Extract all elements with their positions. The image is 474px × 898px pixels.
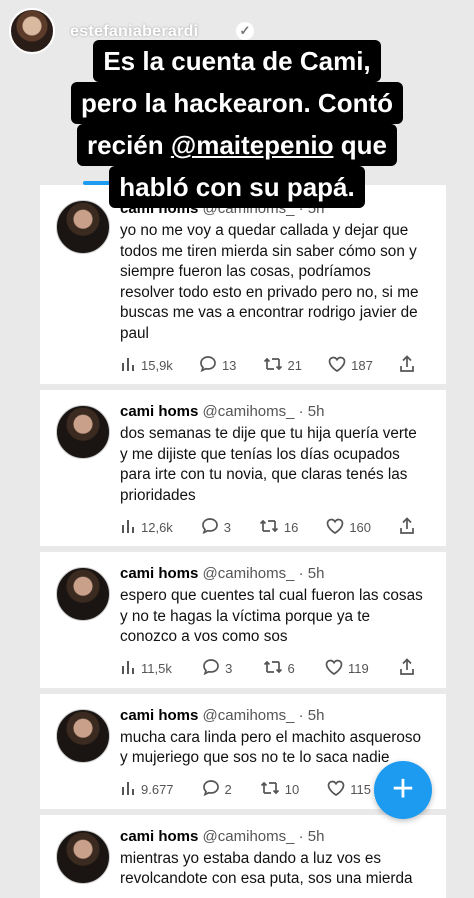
caption-line: recién @maitepenio que xyxy=(77,124,397,166)
tweet-card[interactable]: cami homs @camihoms_ · 5h dos semanas te… xyxy=(40,390,446,546)
story-username[interactable]: estefaniaberardi xyxy=(70,23,198,41)
tweet-author-name[interactable]: cami homs xyxy=(120,403,198,420)
tweet-avatar[interactable] xyxy=(56,829,110,884)
tweet-actions: 11,5k 3 6 119 xyxy=(120,658,432,680)
like-count: 187 xyxy=(351,357,373,373)
views-count: 12,6k xyxy=(141,519,173,535)
share-icon xyxy=(399,354,420,376)
views-count: 15,9k xyxy=(141,357,173,373)
reply-icon xyxy=(202,779,225,800)
reply-button[interactable]: 3 xyxy=(201,517,231,538)
compose-button[interactable]: + xyxy=(374,761,432,819)
reply-icon xyxy=(202,658,225,679)
tweet-header: cami homs @camihoms_ · 5h xyxy=(120,402,432,422)
mention-link[interactable]: @maitepenio xyxy=(171,130,334,160)
tweet-text: mientras yo estaba dando a luz vos es re… xyxy=(120,849,413,888)
retweet-icon xyxy=(263,659,288,678)
caption-line: Es la cuenta de Cami, xyxy=(93,40,381,82)
heart-icon xyxy=(325,659,348,678)
tweet-author-name[interactable]: cami homs xyxy=(120,707,198,724)
tweet-text: dos semanas te dije que tu hija quería v… xyxy=(120,425,417,504)
reply-count: 3 xyxy=(225,661,233,676)
caption-line: habló con su papá. xyxy=(109,166,365,208)
caption-line: pero la hackearon. Contó xyxy=(70,82,404,124)
tweet-card[interactable]: cami homs @camihoms_ · 5h mientras yo es… xyxy=(40,814,446,898)
retweet-count: 16 xyxy=(283,519,299,535)
views-count: 11,5k xyxy=(141,661,172,676)
like-button[interactable]: 115 xyxy=(327,780,371,799)
reply-icon xyxy=(201,517,224,538)
tweet-header: cami homs @camihoms_ · 5h xyxy=(120,564,432,584)
like-button[interactable]: 160 xyxy=(326,518,371,537)
tweet-handle-time: @camihoms_ · 5h xyxy=(202,565,325,582)
tweet-author-name[interactable]: cami homs xyxy=(120,565,198,582)
views-button[interactable]: 9.677 xyxy=(120,780,174,799)
retweet-count: 10 xyxy=(284,782,300,797)
tweet-actions: 15,9k 13 21 187 xyxy=(120,354,432,376)
tweet-card[interactable]: cami homs @camihoms_ · 5h yo no me voy a… xyxy=(40,185,446,384)
reply-button[interactable]: 2 xyxy=(202,779,232,800)
retweet-button[interactable]: 16 xyxy=(259,518,298,537)
share-icon xyxy=(399,658,420,679)
retweet-icon xyxy=(263,356,288,375)
tweet-avatar[interactable] xyxy=(56,405,110,459)
reply-count: 13 xyxy=(221,357,237,373)
tweet-text: espero que cuentes tal cual fueron las c… xyxy=(120,587,423,645)
like-count: 160 xyxy=(349,519,372,535)
retweet-count: 6 xyxy=(287,661,295,676)
views-button[interactable]: 12,6k xyxy=(120,518,173,537)
retweet-count: 21 xyxy=(287,357,302,373)
tweet-actions: 12,6k 3 16 160 xyxy=(120,516,432,538)
share-button[interactable] xyxy=(399,354,420,376)
tweet-avatar[interactable] xyxy=(56,708,110,763)
share-icon xyxy=(399,516,420,538)
views-count: 9.677 xyxy=(141,782,174,797)
retweet-button[interactable]: 21 xyxy=(263,356,302,375)
retweet-icon xyxy=(260,780,285,799)
tweet-text: mucha cara linda pero el machito asquero… xyxy=(120,728,422,767)
reply-button[interactable]: 3 xyxy=(202,658,232,679)
tweet-handle-time: @camihoms_ · 5h xyxy=(202,403,325,420)
heart-icon xyxy=(327,780,350,799)
like-count: 119 xyxy=(348,661,369,676)
reply-count: 2 xyxy=(224,782,232,797)
share-button[interactable] xyxy=(399,658,420,679)
heart-icon xyxy=(326,518,349,537)
views-icon xyxy=(120,659,141,678)
like-button[interactable]: 187 xyxy=(328,356,373,375)
tweet-avatar[interactable] xyxy=(56,567,110,621)
tweet-header: cami homs @camihoms_ · 5h xyxy=(120,827,432,847)
views-button[interactable]: 11,5k xyxy=(120,659,172,678)
retweet-button[interactable]: 6 xyxy=(263,659,295,678)
retweet-button[interactable]: 10 xyxy=(260,780,299,799)
views-icon xyxy=(120,780,141,799)
compose-plus-icon: + xyxy=(391,768,415,810)
heart-icon xyxy=(328,356,351,375)
tweet-avatar[interactable] xyxy=(56,200,110,254)
tweet-card[interactable]: cami homs @camihoms_ · 5h espero que cue… xyxy=(40,552,446,688)
story-caption: Es la cuenta de Cami, pero la hackearon. … xyxy=(0,40,474,208)
tweet-header: cami homs @camihoms_ · 5h xyxy=(120,706,432,726)
reply-icon xyxy=(199,355,222,376)
like-count: 115 xyxy=(350,782,371,797)
views-button[interactable]: 15,9k xyxy=(120,356,173,375)
tweet-handle-time: @camihoms_ · 5h xyxy=(202,706,325,724)
views-icon xyxy=(120,356,141,375)
verified-badge-icon: ✓ xyxy=(236,22,254,40)
share-button[interactable] xyxy=(399,516,420,538)
reply-count: 3 xyxy=(223,519,231,535)
like-button[interactable]: 119 xyxy=(325,659,369,678)
views-icon xyxy=(120,518,141,537)
retweet-icon xyxy=(259,518,284,537)
reply-button[interactable]: 13 xyxy=(199,355,236,376)
tweet-text: yo no me voy a quedar callada y dejar qu… xyxy=(120,222,419,342)
